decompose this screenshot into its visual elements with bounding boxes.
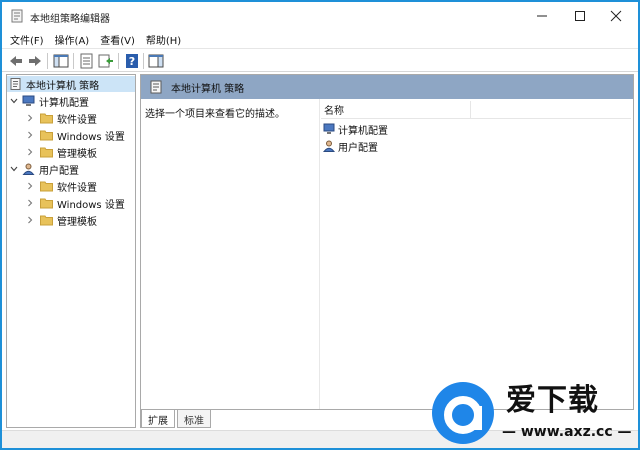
watermark-a-icon	[444, 396, 482, 434]
tree-item-user-windows-settings[interactable]: Windows 设置	[25, 195, 125, 211]
window-title: 本地组策略编辑器	[30, 14, 110, 25]
tree-item-label: Windows 设置	[57, 131, 125, 143]
tree-item-label: Windows 设置	[57, 199, 125, 211]
tab-standard[interactable]: 标准	[177, 410, 211, 428]
list-item-label: 计算机配置	[338, 125, 388, 137]
user-icon	[22, 163, 35, 175]
pane-divider	[319, 99, 320, 409]
tree-item-label: 用户配置	[39, 165, 79, 177]
user-icon	[323, 140, 335, 152]
show-hide-action-pane-icon[interactable]	[148, 53, 164, 69]
tab-extended[interactable]: 扩展	[141, 410, 175, 428]
tree-pane: 本地计算机 策略 计算机配置 软件设置 Windows 设置 管理模板 用户配置…	[6, 74, 136, 428]
details-pane: 本地计算机 策略 选择一个项目来查看它的描述。 名称 计算机配置 用户配置	[140, 74, 634, 410]
watermark-url: — www.axz.cc —	[502, 424, 632, 440]
help-icon[interactable]: ?	[124, 53, 140, 69]
list-item-computer-config[interactable]: 计算机配置	[323, 121, 388, 137]
menu-view[interactable]: 查看(V)	[100, 32, 135, 47]
svg-text:?: ?	[129, 55, 135, 68]
chevron-right-icon[interactable]	[25, 215, 35, 225]
watermark-logo: 爱下载 — www.axz.cc —	[430, 380, 636, 446]
list-item-user-config[interactable]: 用户配置	[323, 138, 378, 154]
toolbar: ?	[2, 48, 638, 72]
tree-item-user-admin-templates[interactable]: 管理模板	[25, 212, 97, 228]
folder-icon	[40, 113, 53, 124]
policy-document-icon	[150, 80, 162, 94]
chevron-right-icon[interactable]	[25, 130, 35, 140]
tree-item-computer-config[interactable]: 计算机配置	[9, 93, 89, 109]
title-bar: 本地组策略编辑器	[2, 2, 638, 30]
description-text: 选择一个项目来查看它的描述。	[145, 109, 285, 120]
details-header-title: 本地计算机 策略	[171, 83, 245, 95]
show-hide-tree-icon[interactable]	[53, 53, 69, 69]
tree-item-local-computer-policy[interactable]: 本地计算机 策略	[7, 76, 135, 92]
tree-item-label: 管理模板	[57, 216, 97, 228]
watermark-brand: 爱下载	[506, 383, 599, 418]
policy-document-icon	[10, 78, 21, 90]
tree-item-computer-admin-templates[interactable]: 管理模板	[25, 144, 97, 160]
folder-icon	[40, 181, 53, 192]
back-icon[interactable]	[8, 53, 24, 69]
column-name-header[interactable]: 名称	[321, 101, 471, 118]
tree-item-label: 软件设置	[57, 182, 97, 194]
menu-help[interactable]: 帮助(H)	[146, 32, 181, 47]
folder-icon	[40, 130, 53, 141]
computer-icon	[22, 95, 35, 106]
toolbar-separator	[73, 53, 74, 69]
toolbar-separator	[118, 53, 119, 69]
export-list-icon[interactable]	[98, 53, 114, 69]
tree-item-computer-windows-settings[interactable]: Windows 设置	[25, 127, 125, 143]
close-button[interactable]	[594, 2, 638, 30]
computer-icon	[323, 123, 335, 134]
list-column-header: 名称	[321, 101, 631, 119]
chevron-right-icon[interactable]	[25, 198, 35, 208]
chevron-right-icon[interactable]	[25, 181, 35, 191]
details-header: 本地计算机 策略	[141, 75, 633, 99]
folder-icon	[40, 215, 53, 226]
tree-item-user-config[interactable]: 用户配置	[9, 161, 79, 177]
close-icon	[610, 10, 622, 22]
menu-bar: 文件(F) 操作(A) 查看(V) 帮助(H)	[2, 30, 638, 48]
list-item-label: 用户配置	[338, 142, 378, 154]
tree-item-label: 本地计算机 策略	[26, 80, 100, 92]
folder-icon	[40, 147, 53, 158]
chevron-right-icon[interactable]	[25, 113, 35, 123]
tree-item-label: 计算机配置	[39, 97, 89, 109]
toolbar-separator	[143, 53, 144, 69]
menu-action[interactable]: 操作(A)	[55, 32, 90, 47]
minimize-icon	[537, 15, 547, 17]
properties-icon[interactable]	[79, 53, 95, 69]
chevron-right-icon[interactable]	[25, 147, 35, 157]
tree-item-computer-software[interactable]: 软件设置	[25, 110, 97, 126]
tree-item-label: 管理模板	[57, 148, 97, 160]
maximize-icon	[575, 11, 585, 21]
forward-icon[interactable]	[27, 53, 43, 69]
menu-file[interactable]: 文件(F)	[10, 32, 44, 47]
tree-item-label: 软件设置	[57, 114, 97, 126]
folder-icon	[40, 198, 53, 209]
tree-item-user-software[interactable]: 软件设置	[25, 178, 97, 194]
chevron-down-icon[interactable]	[9, 96, 19, 106]
gpedit-app-icon	[11, 9, 23, 23]
chevron-down-icon[interactable]	[9, 164, 19, 174]
toolbar-separator	[47, 53, 48, 69]
